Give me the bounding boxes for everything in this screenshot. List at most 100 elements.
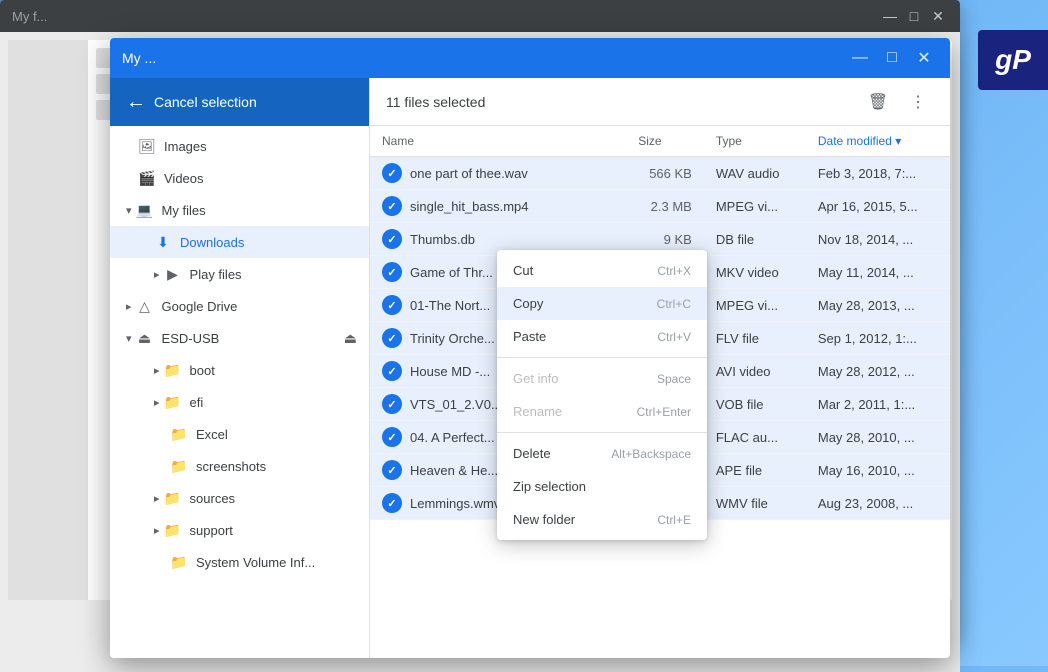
close-button[interactable]: ✕ <box>910 44 938 72</box>
file-type-cell: FLV file <box>704 322 806 355</box>
chevron-right-icon <box>154 524 160 537</box>
file-type-cell: VOB file <box>704 388 806 421</box>
cut-shortcut: Ctrl+X <box>657 264 691 278</box>
file-name: VTS_01_2.V0... <box>410 397 502 412</box>
file-modified-cell: May 28, 2012, ... <box>806 355 950 388</box>
trash-icon: 🗑 <box>868 92 888 112</box>
file-name: 01-The Nort... <box>410 298 490 313</box>
sidebar-item-support[interactable]: 📁 support <box>110 514 369 546</box>
sidebar-item-label: Images <box>164 139 207 154</box>
file-modified-cell: Nov 18, 2014, ... <box>806 223 950 256</box>
sidebar-nav: 🖼 Images 🎬 Videos 💻 My files ⬇ Down <box>110 126 369 658</box>
sidebar-item-label: screenshots <box>196 459 266 474</box>
menu-item-new-folder[interactable]: New folder Ctrl+E <box>497 503 707 536</box>
sidebar-item-system-volume[interactable]: 📁 System Volume Inf... <box>110 546 369 578</box>
gp-badge: gP <box>978 30 1048 90</box>
selection-bar: 11 files selected 🗑 ⋮ <box>370 78 950 126</box>
chevron-right-icon <box>126 300 132 313</box>
sidebar-item-downloads[interactable]: ⬇ Downloads <box>110 226 369 258</box>
menu-item-cut[interactable]: Cut Ctrl+X <box>497 254 707 287</box>
file-name: 04. A Perfect... <box>410 430 495 445</box>
file-name: single_hit_bass.mp4 <box>410 199 529 214</box>
sidebar-item-my-files[interactable]: 💻 My files <box>110 194 369 226</box>
sidebar-item-esd-usb[interactable]: ⏏ ESD-USB ⏏ <box>110 322 369 354</box>
minimize-button[interactable]: — <box>846 44 874 72</box>
sidebar-item-label: boot <box>190 363 215 378</box>
delete-button[interactable]: 🗑 <box>862 86 894 118</box>
table-row[interactable]: single_hit_bass.mp4 2.3 MB MPEG vi... Ap… <box>370 190 950 223</box>
check-icon <box>382 427 402 447</box>
file-name: Lemmings.wmv <box>410 496 500 511</box>
sidebar-toolbar: ← Cancel selection <box>110 78 369 126</box>
menu-item-zip[interactable]: Zip selection <box>497 470 707 503</box>
folder-icon: 📁 <box>170 426 188 443</box>
table-header: Name Size Type Date modified ▾ <box>370 126 950 157</box>
sidebar-item-label: efi <box>190 395 204 410</box>
sidebar-item-label: System Volume Inf... <box>196 555 315 570</box>
maximize-button[interactable]: □ <box>878 44 906 72</box>
rename-label: Rename <box>513 404 562 419</box>
sidebar-item-videos[interactable]: 🎬 Videos <box>110 162 369 194</box>
check-icon <box>382 196 402 216</box>
computer-icon: 💻 <box>136 202 154 219</box>
menu-item-rename: Rename Ctrl+Enter <box>497 395 707 428</box>
drive-icon: △ <box>136 298 154 315</box>
bg-title: My f... <box>12 9 47 24</box>
sidebar-item-efi[interactable]: 📁 efi <box>110 386 369 418</box>
bg-minimize-button[interactable]: — <box>880 6 900 26</box>
sidebar-item-images[interactable]: 🖼 Images <box>110 130 369 162</box>
chevron-right-icon <box>154 396 160 409</box>
check-icon <box>382 163 402 183</box>
sidebar-item-sources[interactable]: 📁 sources <box>110 482 369 514</box>
check-icon <box>382 493 402 513</box>
check-icon <box>382 262 402 282</box>
file-name: Heaven & He... <box>410 463 498 478</box>
menu-item-paste[interactable]: Paste Ctrl+V <box>497 320 707 353</box>
table-row[interactable]: one part of thee.wav 566 KB WAV audio Fe… <box>370 157 950 190</box>
col-name[interactable]: Name <box>370 126 626 157</box>
sidebar-item-play-files[interactable]: ▶ Play files <box>110 258 369 290</box>
file-size-cell: 2.3 MB <box>626 190 704 223</box>
file-name: House MD -... <box>410 364 490 379</box>
folder-icon: 📁 <box>164 490 182 507</box>
image-icon: 🖼 <box>138 138 156 155</box>
check-icon <box>382 295 402 315</box>
cut-label: Cut <box>513 263 533 278</box>
window-controls: — □ ✕ <box>846 44 938 72</box>
bg-close-button[interactable]: ✕ <box>928 6 948 26</box>
file-type-cell: APE file <box>704 454 806 487</box>
cancel-selection-label: Cancel selection <box>154 94 257 110</box>
col-size[interactable]: Size <box>626 126 704 157</box>
video-icon: 🎬 <box>138 170 156 187</box>
sidebar-item-google-drive[interactable]: △ Google Drive <box>110 290 369 322</box>
sidebar-item-excel[interactable]: 📁 Excel <box>110 418 369 450</box>
menu-item-copy[interactable]: Copy Ctrl+C <box>497 287 707 320</box>
menu-item-delete[interactable]: Delete Alt+Backspace <box>497 437 707 470</box>
eject-icon[interactable]: ⏏ <box>344 330 357 347</box>
sidebar-item-screenshots[interactable]: 📁 screenshots <box>110 450 369 482</box>
file-modified-cell: May 11, 2014, ... <box>806 256 950 289</box>
file-modified-cell: May 28, 2013, ... <box>806 289 950 322</box>
check-icon <box>382 361 402 381</box>
copy-shortcut: Ctrl+C <box>657 297 691 311</box>
file-type-cell: DB file <box>704 223 806 256</box>
bg-maximize-button[interactable]: □ <box>904 6 924 26</box>
get-info-label: Get info <box>513 371 559 386</box>
folder-icon: 📁 <box>170 554 188 571</box>
file-modified-cell: May 16, 2010, ... <box>806 454 950 487</box>
window-title: My ... <box>122 50 156 66</box>
sidebar-item-boot[interactable]: 📁 boot <box>110 354 369 386</box>
zip-label: Zip selection <box>513 479 586 494</box>
bg-titlebar: My f... — □ ✕ <box>0 0 960 32</box>
new-folder-label: New folder <box>513 512 575 527</box>
file-name-cell: one part of thee.wav <box>370 157 626 189</box>
chevron-right-icon <box>154 268 160 281</box>
col-type[interactable]: Type <box>704 126 806 157</box>
play-icon: ▶ <box>164 266 182 283</box>
usb-icon: ⏏ <box>136 330 154 347</box>
back-icon[interactable]: ← <box>126 91 146 114</box>
more-button[interactable]: ⋮ <box>902 86 934 118</box>
file-type-cell: WAV audio <box>704 157 806 190</box>
col-modified[interactable]: Date modified ▾ <box>806 126 950 157</box>
file-name: Game of Thr... <box>410 265 493 280</box>
